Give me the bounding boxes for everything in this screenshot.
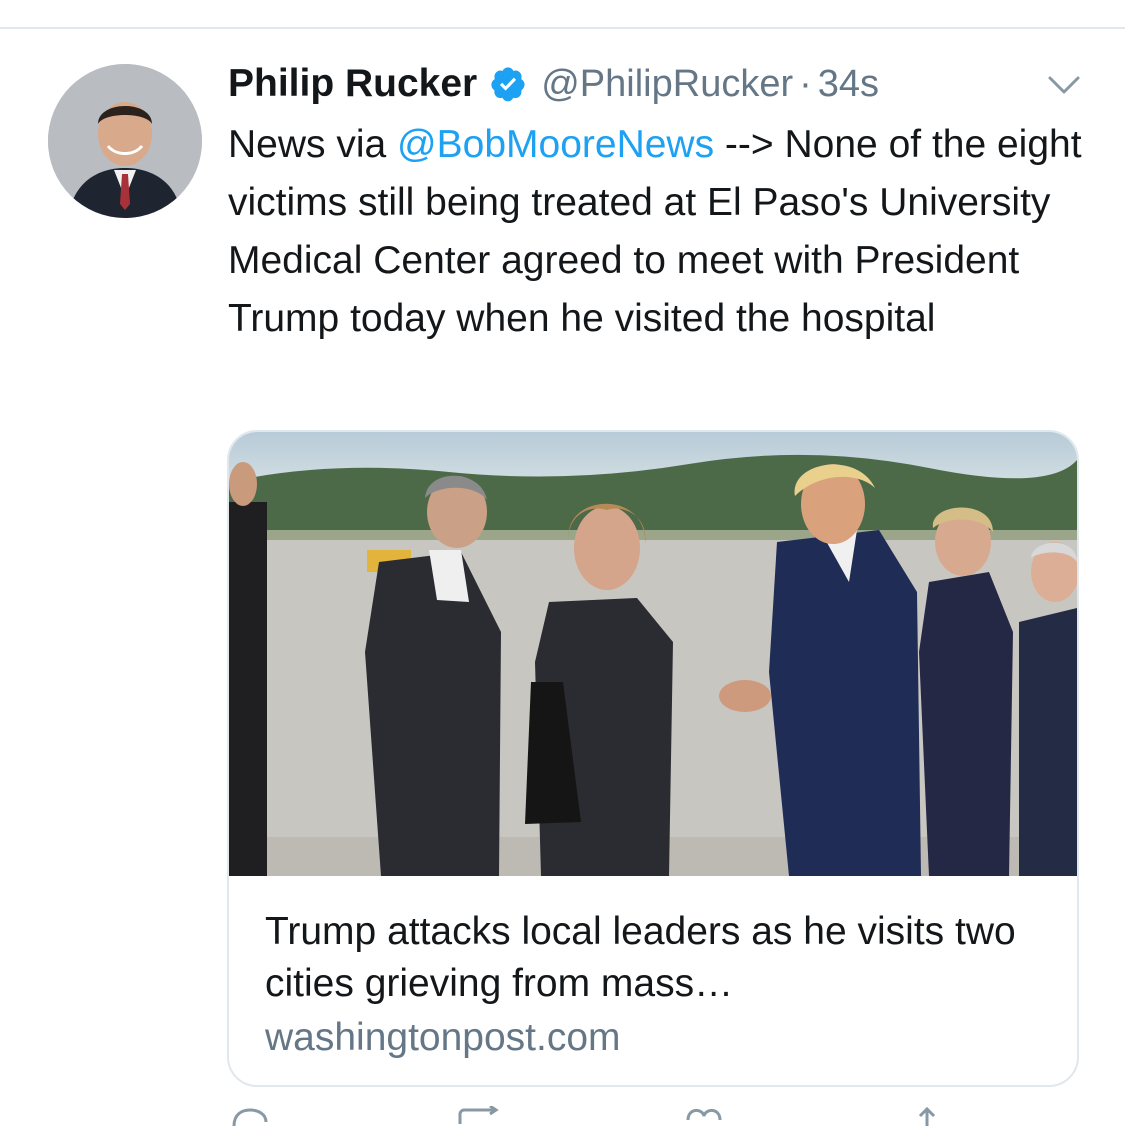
- chevron-down-icon[interactable]: [1044, 70, 1084, 100]
- meta-separator: ·: [799, 62, 812, 105]
- tweet-header: Philip Rucker @PhilipRucker · 34s: [228, 58, 879, 110]
- card-domain: washingtonpost.com: [265, 1016, 621, 1059]
- tweet-actions: [228, 1098, 1078, 1127]
- tweet-text-prefix: News via: [228, 123, 398, 166]
- reply-icon[interactable]: [230, 1106, 270, 1127]
- link-card[interactable]: Trump attacks local leaders as he visits…: [227, 430, 1079, 1087]
- author-name[interactable]: Philip Rucker: [228, 62, 477, 106]
- verified-badge-icon: [489, 65, 527, 103]
- card-image: [229, 432, 1077, 876]
- tweet-text: News via @BobMooreNews --> None of the e…: [228, 116, 1098, 348]
- avatar-portrait: [48, 64, 202, 218]
- mention-link[interactable]: @BobMooreNews: [397, 123, 714, 166]
- top-divider: [0, 27, 1125, 29]
- avatar[interactable]: [48, 64, 202, 218]
- retweet-icon[interactable]: [456, 1104, 506, 1126]
- tweet-timestamp[interactable]: 34s: [818, 63, 879, 106]
- share-icon[interactable]: [912, 1106, 942, 1126]
- card-title: Trump attacks local leaders as he visits…: [265, 910, 1016, 1005]
- heart-icon[interactable]: [684, 1106, 724, 1126]
- author-handle[interactable]: @PhilipRucker: [541, 63, 793, 106]
